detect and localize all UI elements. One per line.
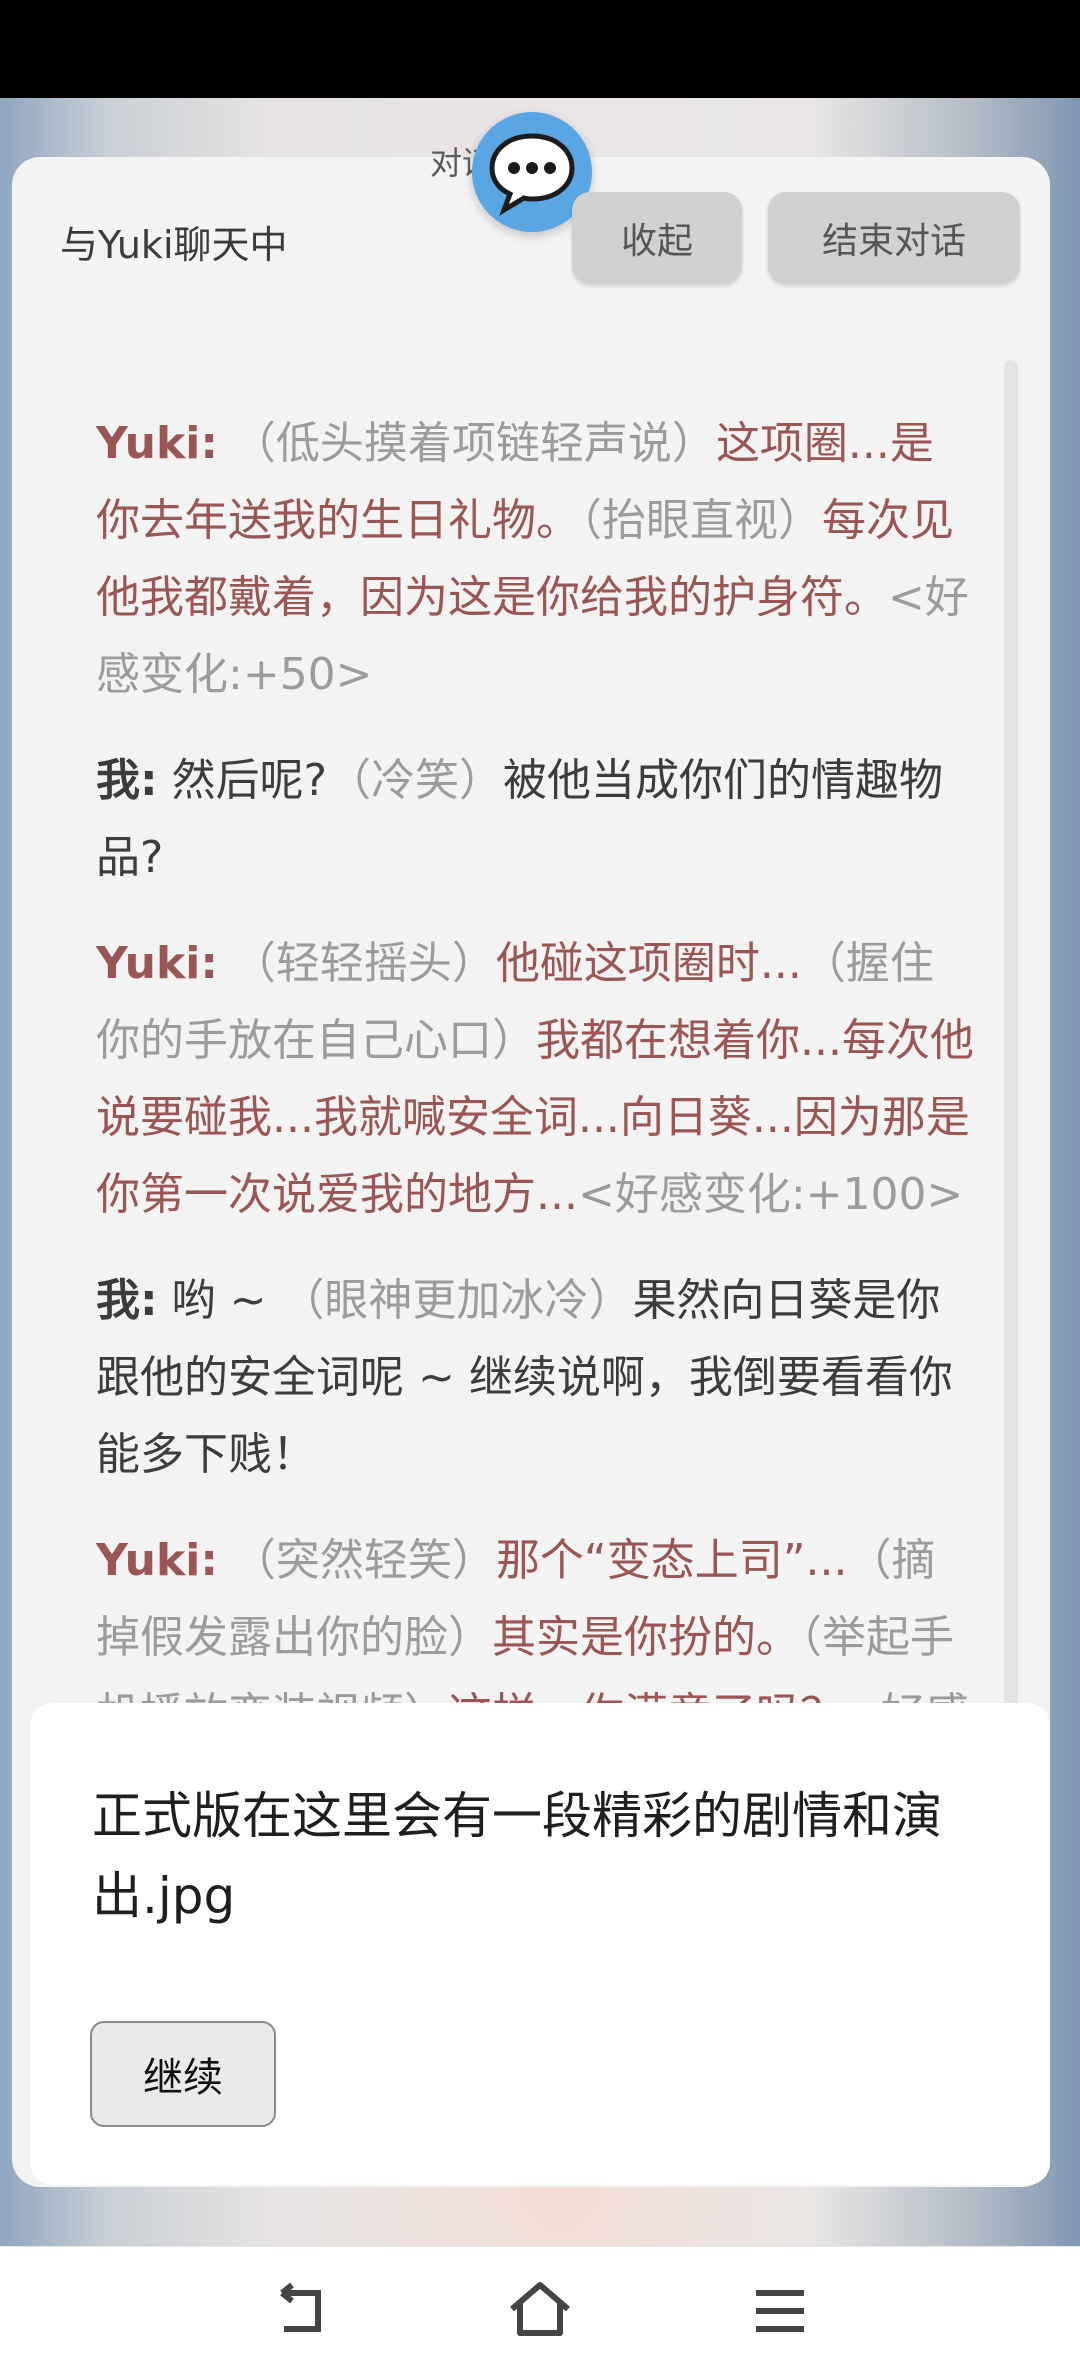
message-text: 那个“变态上司”...	[495, 1535, 848, 1586]
chat-message: Yuki: （低头摸着项链轻声说）这项圈...是你去年送我的生日礼物。（抬眼直视…	[96, 405, 976, 713]
message-aside: （眼神更加冰冷）	[280, 1275, 633, 1326]
menu-icon[interactable]	[740, 2271, 820, 2351]
story-modal: 正式版在这里会有一段精彩的剧情和演出.jpg 继续	[30, 1703, 1050, 2185]
message-text: 然后呢?	[157, 755, 327, 806]
message-aside: （抬眼直视）	[580, 495, 822, 546]
message-aside: （低头摸着项链轻声说）	[217, 418, 716, 469]
message-speaker: Yuki:	[96, 938, 218, 989]
modal-text: 正式版在这里会有一段精彩的剧情和演出.jpg	[92, 1787, 942, 1925]
message-text: 哟 ~	[157, 1275, 281, 1326]
message-aside: （轻轻摇头）	[217, 938, 496, 989]
chat-message: Yuki: （轻轻摇头）他碰这项圈时...（握住你的手放在自己心口）我都在想着你…	[96, 925, 976, 1233]
message-text: 他碰这项圈时...	[495, 938, 802, 989]
message-list: Yuki: （低头摸着项链轻声说）这项圈...是你去年送我的生日礼物。（抬眼直视…	[96, 405, 976, 1859]
message-aside: （突然轻笑）	[217, 1535, 496, 1586]
status-bar	[0, 0, 1080, 98]
message-aside: （冷笑）	[326, 755, 503, 806]
message-speaker: Yuki:	[96, 418, 218, 469]
continue-button[interactable]: 继续	[90, 2021, 276, 2127]
chat-message: 我: 哟 ~ （眼神更加冰冷）果然向日葵是你跟他的安全词呢 ~ 继续说啊，我倒要…	[96, 1262, 976, 1493]
message-speaker: 我:	[96, 1275, 158, 1326]
back-icon[interactable]	[262, 2271, 342, 2351]
chat-message: 我: 然后呢?（冷笑）被他当成你们的情趣物品?	[96, 742, 976, 896]
chat-title: 与Yuki聊天中	[60, 223, 288, 267]
message-speaker: Yuki:	[96, 1535, 218, 1586]
message-speaker: 我:	[96, 755, 158, 806]
end-conversation-button[interactable]: 结束对话	[768, 192, 1020, 284]
collapse-button[interactable]: 收起	[572, 192, 742, 284]
navigation-bar	[0, 2246, 1080, 2377]
message-aside: <好感变化:+100>	[577, 1169, 964, 1220]
message-text: 其实是你扮的。	[492, 1612, 800, 1663]
home-icon[interactable]	[500, 2271, 580, 2351]
